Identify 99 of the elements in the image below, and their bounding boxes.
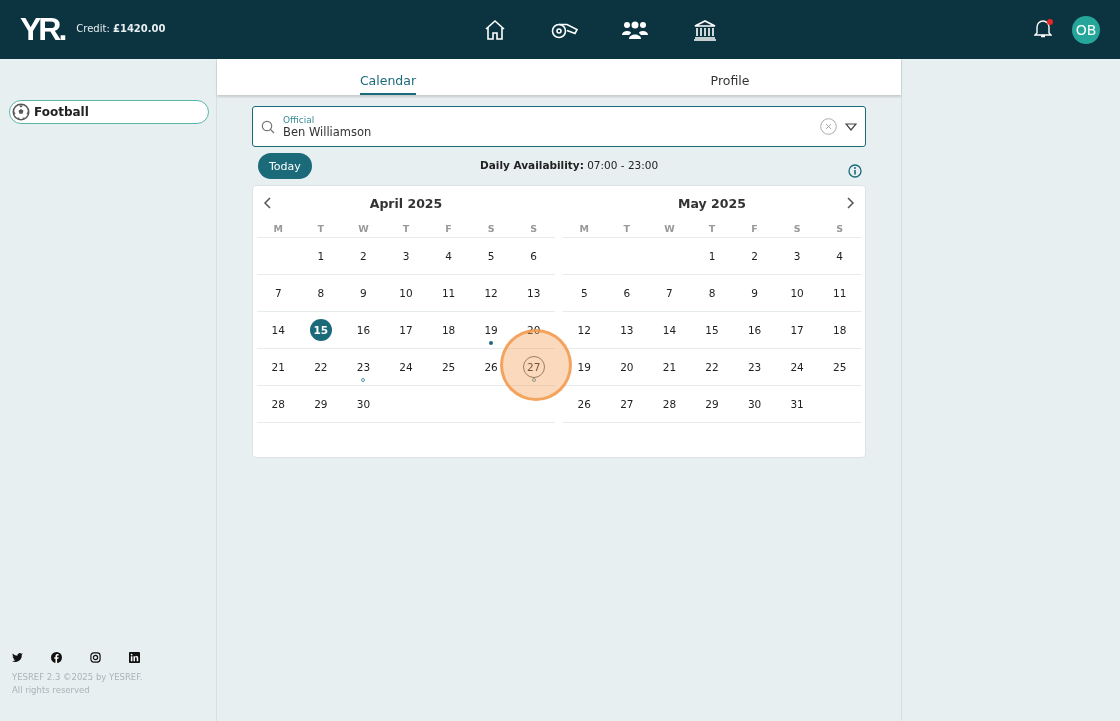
- weekday-label: T: [316, 223, 326, 234]
- weekday-label: M: [272, 223, 284, 234]
- twitter-icon[interactable]: [12, 652, 23, 663]
- calendar-day[interactable]: 27: [615, 393, 638, 415]
- calendar-day[interactable]: 30: [352, 393, 375, 415]
- calendar-day[interactable]: 9: [352, 282, 375, 304]
- bank-icon: [693, 18, 717, 41]
- weekday-label: W: [663, 223, 676, 234]
- facebook-icon[interactable]: [51, 652, 62, 663]
- calendar-day[interactable]: 24: [786, 356, 809, 378]
- calendar-day[interactable]: 10: [395, 282, 417, 304]
- calendar-day[interactable]: 25: [437, 356, 460, 378]
- month-title: May 2025: [678, 195, 746, 211]
- weekday-label: T: [622, 223, 632, 234]
- calendar-day[interactable]: 23: [352, 356, 375, 378]
- calendar-day[interactable]: 24: [395, 356, 417, 378]
- search-icon: [261, 119, 275, 134]
- weekday-label: S: [792, 223, 802, 234]
- calendar-day[interactable]: 14: [267, 319, 290, 341]
- weekday-label: S: [529, 223, 539, 234]
- info-button[interactable]: [848, 164, 862, 178]
- linkedin-icon[interactable]: [129, 652, 140, 663]
- tab[interactable]: Profile: [710, 59, 750, 95]
- calendar-day[interactable]: 29: [701, 393, 723, 415]
- calendar-day[interactable]: 9: [743, 282, 766, 304]
- calendar-day[interactable]: 6: [615, 282, 638, 304]
- field-value: Ben Williamson: [283, 124, 373, 139]
- weekday-label: W: [357, 223, 370, 234]
- credit-balance: Credit: £1420.00: [76, 23, 166, 34]
- calendar-day[interactable]: 6: [522, 245, 545, 267]
- calendar-day[interactable]: 4: [437, 245, 460, 267]
- calendar-day[interactable]: 12: [573, 319, 596, 341]
- calendar-day[interactable]: 16: [352, 319, 375, 341]
- calendar-day[interactable]: 23: [743, 356, 766, 378]
- calendar-day[interactable]: 10: [786, 282, 809, 304]
- calendar-day[interactable]: 7: [267, 282, 290, 304]
- calendar-day[interactable]: 15: [701, 319, 723, 341]
- calendar-day[interactable]: 5: [480, 245, 503, 267]
- info-icon: [848, 164, 862, 178]
- calendar-day[interactable]: 19: [573, 356, 596, 378]
- calendar-day[interactable]: 14: [658, 319, 681, 341]
- calendar-day[interactable]: 18: [828, 319, 851, 341]
- weekday-label: S: [835, 223, 845, 234]
- weekday-label: F: [750, 223, 759, 234]
- calendar-day[interactable]: 5: [573, 282, 596, 304]
- calendar-day[interactable]: 13: [522, 282, 545, 304]
- daily-availability: Daily Availability: 07:00 - 23:00: [480, 159, 659, 171]
- bell-icon: [1034, 18, 1052, 38]
- calendar-day[interactable]: 13: [615, 319, 638, 341]
- calendar-day[interactable]: 21: [267, 356, 290, 378]
- calendar-day[interactable]: 12: [480, 282, 503, 304]
- calendar-day[interactable]: 1: [309, 245, 332, 267]
- calendar-day[interactable]: 16: [743, 319, 766, 341]
- weekday-label: T: [401, 223, 411, 234]
- calendar-day[interactable]: 11: [828, 282, 851, 304]
- sport-item[interactable]: Football: [9, 100, 209, 124]
- calendar-day[interactable]: 2: [352, 245, 375, 267]
- home-icon: [483, 18, 507, 41]
- weekday-label: M: [578, 223, 590, 234]
- tab[interactable]: Calendar: [359, 59, 417, 95]
- today-button[interactable]: Today: [258, 153, 312, 179]
- calendar-day[interactable]: 22: [701, 356, 723, 378]
- football-icon: [12, 103, 30, 121]
- calendar-day[interactable]: 22: [309, 356, 332, 378]
- calendar-day[interactable]: 11: [437, 282, 460, 304]
- calendar-day[interactable]: 30: [743, 393, 766, 415]
- dropdown-caret-icon[interactable]: [845, 122, 857, 131]
- calendar-day[interactable]: 26: [573, 393, 596, 415]
- weekday-label: S: [486, 223, 496, 234]
- calendar-day[interactable]: 21: [658, 356, 681, 378]
- people-icon: [621, 19, 649, 40]
- calendar-day[interactable]: 20: [615, 356, 638, 378]
- calendar-day[interactable]: 28: [658, 393, 681, 415]
- month-title: April 2025: [369, 195, 443, 211]
- calendar-day[interactable]: 29: [309, 393, 332, 415]
- event-dot: [489, 341, 494, 345]
- calendar-day[interactable]: 31: [786, 393, 809, 415]
- instagram-icon[interactable]: [90, 652, 101, 663]
- logo: YR.: [20, 11, 65, 48]
- calendar-day[interactable]: 7: [658, 282, 681, 304]
- calendar-day[interactable]: 17: [395, 319, 417, 341]
- calendar-day[interactable]: 28: [267, 393, 290, 415]
- calendar-day[interactable]: 25: [828, 356, 851, 378]
- official-field[interactable]: Official Ben Williamson: [252, 106, 866, 147]
- field-label: Official: [283, 114, 316, 125]
- calendar-day[interactable]: 19: [480, 319, 503, 341]
- calendar-day[interactable]: 4: [828, 245, 851, 267]
- weekday-label: F: [444, 223, 453, 234]
- weekday-label: T: [707, 223, 717, 234]
- calendar-day[interactable]: 8: [309, 282, 332, 304]
- calendar-day[interactable]: 15: [309, 319, 332, 341]
- calendar-day[interactable]: 3: [786, 245, 809, 267]
- calendar-day[interactable]: 8: [701, 282, 723, 304]
- calendar-day[interactable]: 1: [701, 245, 723, 267]
- calendar-day[interactable]: 2: [743, 245, 766, 267]
- calendar-day[interactable]: 26: [480, 356, 503, 378]
- calendar-day[interactable]: 3: [395, 245, 417, 267]
- calendar-day[interactable]: 17: [786, 319, 809, 341]
- calendar-day[interactable]: 18: [437, 319, 460, 341]
